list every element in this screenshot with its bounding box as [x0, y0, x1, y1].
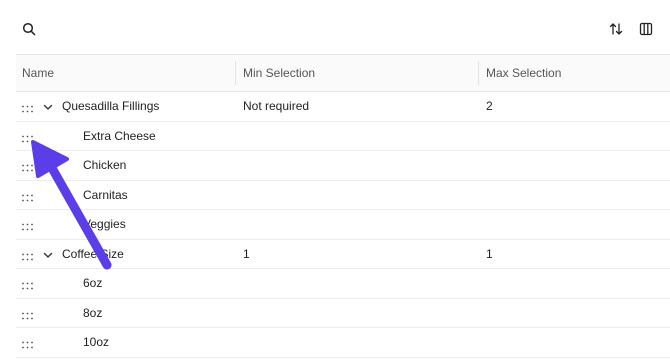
- drag-handle-icon[interactable]: [22, 132, 33, 142]
- drag-handle-icon[interactable]: [22, 102, 33, 113]
- cell-min-selection: Not required: [243, 99, 310, 113]
- cell-max-selection: 2: [486, 99, 493, 113]
- table-row[interactable]: Chicken: [16, 151, 670, 181]
- table-row[interactable]: 10oz: [16, 328, 670, 358]
- cell-name: 10oz: [83, 335, 110, 349]
- search-button[interactable]: [18, 18, 40, 40]
- cell-name: Chicken: [83, 158, 127, 172]
- cell-name: Veggies: [83, 217, 126, 231]
- drag-handle-icon[interactable]: [22, 279, 33, 290]
- drag-handle-icon[interactable]: [22, 250, 33, 260]
- cell-name: Coffee Size: [62, 246, 124, 261]
- columns-icon: [639, 22, 653, 36]
- chevron-down-icon[interactable]: [42, 101, 54, 113]
- cell-name: 8oz: [83, 305, 103, 320]
- cell-name: Quesadilla Fillings: [62, 99, 160, 113]
- table-row[interactable]: Extra Cheese: [16, 122, 670, 151]
- toolbar: [0, 0, 670, 54]
- drag-handle-icon[interactable]: [22, 338, 33, 349]
- drag-handle-icon[interactable]: [22, 220, 33, 231]
- cell-name: Carnitas: [83, 187, 128, 202]
- cell-max-selection: 1: [486, 246, 493, 261]
- drag-handle-icon[interactable]: [22, 161, 33, 172]
- table-row[interactable]: 8oz: [16, 299, 670, 328]
- drag-handle-icon[interactable]: [22, 191, 33, 201]
- column-header-min-selection[interactable]: Min Selection: [243, 55, 315, 91]
- table-row[interactable]: Carnitas: [16, 181, 670, 210]
- sort-icon: [609, 23, 623, 35]
- sort-button[interactable]: [605, 18, 627, 40]
- table-row-group[interactable]: Quesadilla Fillings Not required 2: [16, 92, 670, 122]
- column-header-max-selection[interactable]: Max Selection: [486, 55, 561, 91]
- drag-handle-icon[interactable]: [22, 309, 33, 319]
- table-body: Quesadilla Fillings Not required 2 Extra Ch…: [16, 92, 670, 358]
- columns-button[interactable]: [635, 18, 657, 40]
- cell-min-selection: 1: [243, 246, 250, 261]
- table-row[interactable]: 6oz: [16, 269, 670, 299]
- column-resizer[interactable]: [478, 61, 479, 85]
- table-header: Name Min Selection Max Selection: [16, 54, 670, 92]
- table-row[interactable]: Veggies: [16, 210, 670, 240]
- table-row-group[interactable]: Coffee Size 1 1: [16, 240, 670, 269]
- cell-name: Extra Cheese: [83, 128, 156, 143]
- search-icon: [22, 22, 36, 36]
- chevron-down-icon[interactable]: [42, 249, 54, 261]
- column-resizer[interactable]: [235, 61, 236, 85]
- column-header-name[interactable]: Name: [22, 55, 54, 91]
- cell-name: 6oz: [83, 276, 103, 290]
- data-table: Name Min Selection Max Selection Quesadi…: [16, 54, 670, 358]
